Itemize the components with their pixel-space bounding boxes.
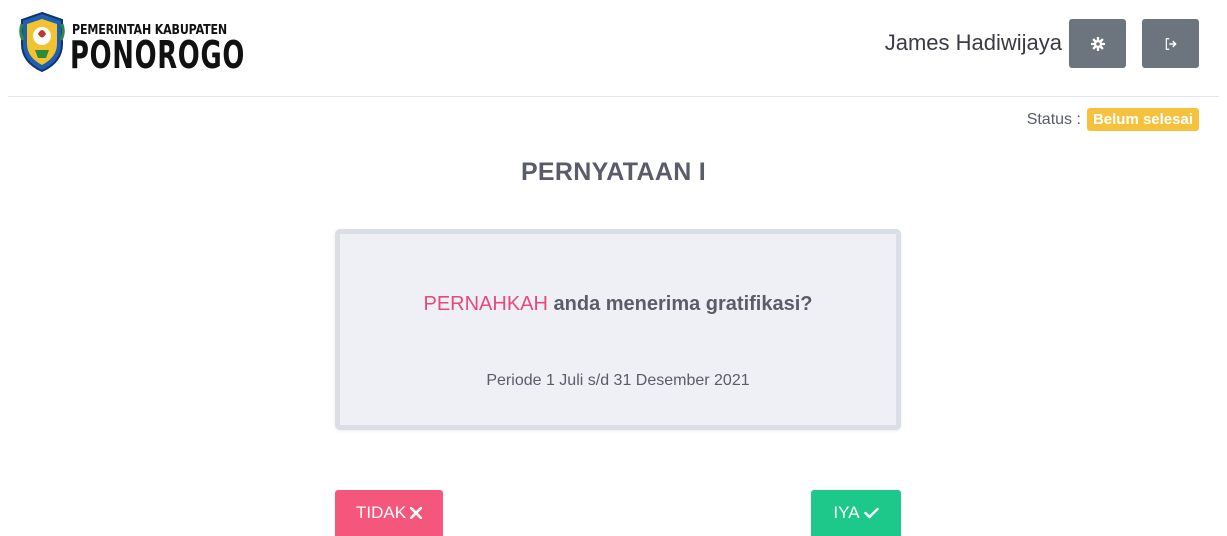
x-icon: [410, 507, 423, 519]
question-text: PERNAHKAH anda menerima gratifikasi?: [340, 293, 896, 316]
logout-button[interactable]: [1142, 19, 1199, 68]
user-name: James Hadiwijaya: [884, 30, 1062, 55]
check-icon: [863, 507, 879, 519]
question-rest: anda menerima gratifikasi?: [547, 293, 813, 315]
status: Status : Belum selesai: [1027, 108, 1199, 131]
no-button[interactable]: TIDAK: [335, 490, 443, 536]
question-card: PERNAHKAH anda menerima gratifikasi? Per…: [335, 229, 901, 430]
no-button-label: TIDAK: [355, 503, 407, 522]
gear-icon: [1090, 36, 1105, 51]
page-title: PERNYATAAN I: [520, 158, 707, 186]
sign-out-icon: [1165, 37, 1177, 50]
question-highlight: PERNAHKAH: [423, 293, 548, 315]
header-divider: [8, 96, 1219, 97]
period-text: Periode 1 Juli s/d 31 Desember 2021: [486, 372, 750, 389]
header: PEMERINTAH KABUPATEN PONOROGO James Hadi…: [0, 0, 1227, 96]
ponorogo-emblem-icon: [19, 11, 65, 73]
yes-button[interactable]: IYA: [811, 490, 901, 536]
logo[interactable]: PEMERINTAH KABUPATEN PONOROGO: [18, 10, 258, 80]
yes-button-label: IYA: [833, 503, 860, 522]
settings-button[interactable]: [1069, 19, 1126, 68]
status-badge: Belum selesai: [1086, 108, 1199, 131]
logo-line2: PONOROGO: [70, 33, 245, 77]
status-label: Status :: [1026, 110, 1081, 128]
